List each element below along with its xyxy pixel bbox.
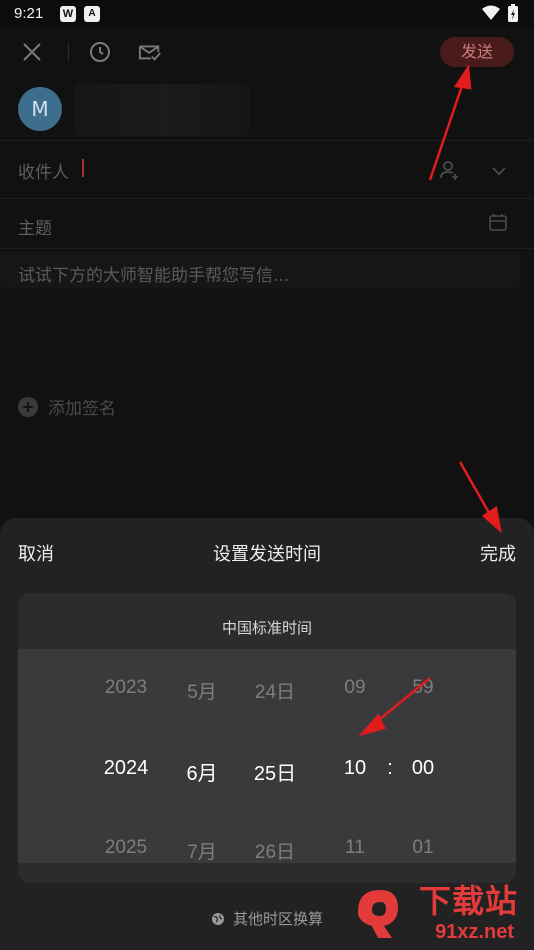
send-button[interactable]: 发送 bbox=[440, 37, 514, 67]
sender-address-blurred bbox=[74, 84, 250, 136]
status-bar: 9:21 W A bbox=[0, 0, 534, 28]
time-colon: : bbox=[387, 757, 393, 779]
wps-app-icon: W bbox=[60, 6, 76, 22]
datetime-picker: 中国标准时间 2023 2024 2025 5月 6月 7月 24日 25日 2… bbox=[18, 593, 516, 883]
hour-selected[interactable]: 10 bbox=[330, 757, 380, 780]
divider bbox=[0, 140, 534, 141]
year-prev[interactable]: 2023 bbox=[86, 677, 166, 699]
status-time: 9:21 bbox=[14, 5, 44, 22]
timezone-label: 中国标准时间 bbox=[221, 619, 312, 637]
app-notification-icon: A bbox=[84, 6, 100, 22]
minute-next[interactable]: 01 bbox=[398, 837, 448, 859]
plus-circle-icon: + bbox=[18, 396, 38, 417]
year-selected[interactable]: 2024 bbox=[86, 757, 166, 780]
month-next[interactable]: 7月 bbox=[172, 837, 232, 864]
text-cursor bbox=[82, 159, 84, 177]
battery-icon bbox=[508, 4, 518, 22]
minute-selected[interactable]: 00 bbox=[398, 757, 448, 780]
month-prev[interactable]: 5月 bbox=[172, 677, 232, 704]
watermark: 下载站 91xz.net bbox=[352, 876, 522, 946]
hour-next[interactable]: 11 bbox=[330, 837, 380, 859]
day-selected[interactable]: 25日 bbox=[240, 757, 310, 786]
divider bbox=[0, 248, 534, 249]
wifi-icon bbox=[482, 5, 500, 20]
day-prev[interactable]: 24日 bbox=[240, 677, 310, 704]
add-signature-button[interactable]: + 添加签名 bbox=[18, 394, 116, 419]
toolbar-divider bbox=[68, 42, 69, 62]
divider bbox=[0, 198, 534, 199]
watermark-text: 下载站 bbox=[418, 882, 518, 920]
minute-prev[interactable]: 59 bbox=[398, 677, 448, 699]
done-button[interactable]: 完成 bbox=[480, 540, 516, 566]
hour-prev[interactable]: 09 bbox=[330, 677, 380, 699]
month-selected[interactable]: 6月 bbox=[172, 757, 232, 786]
recipient-label: 收件人 bbox=[18, 163, 69, 183]
add-contact-icon[interactable] bbox=[438, 158, 462, 182]
subject-label: 主题 bbox=[18, 219, 52, 239]
close-icon[interactable] bbox=[20, 40, 44, 64]
year-next[interactable]: 2025 bbox=[86, 837, 166, 859]
chevron-down-icon[interactable] bbox=[490, 162, 508, 180]
mail-check-icon[interactable] bbox=[138, 40, 162, 64]
day-next[interactable]: 26日 bbox=[240, 837, 310, 864]
calendar-icon[interactable] bbox=[488, 212, 508, 232]
clock-icon[interactable] bbox=[88, 40, 112, 64]
compose-area: 发送 M 收件人 主题 试试下方的大师智能助手帮您写信... + 添加签名 bbox=[0, 28, 534, 518]
cancel-button[interactable]: 取消 bbox=[18, 540, 54, 566]
watermark-logo-icon bbox=[358, 890, 398, 938]
globe-icon bbox=[211, 912, 224, 925]
compose-toolbar: 发送 bbox=[0, 28, 534, 76]
timezone-convert-label: 其他时区换算 bbox=[232, 910, 323, 928]
avatar: M bbox=[18, 87, 62, 131]
body-placeholder: 试试下方的大师智能助手帮您写信... bbox=[18, 266, 290, 286]
add-signature-label: 添加签名 bbox=[48, 399, 116, 419]
sender-row[interactable]: M bbox=[0, 84, 534, 136]
sheet-title: 设置发送时间 bbox=[213, 544, 321, 565]
watermark-url: 91xz.net bbox=[435, 921, 514, 943]
